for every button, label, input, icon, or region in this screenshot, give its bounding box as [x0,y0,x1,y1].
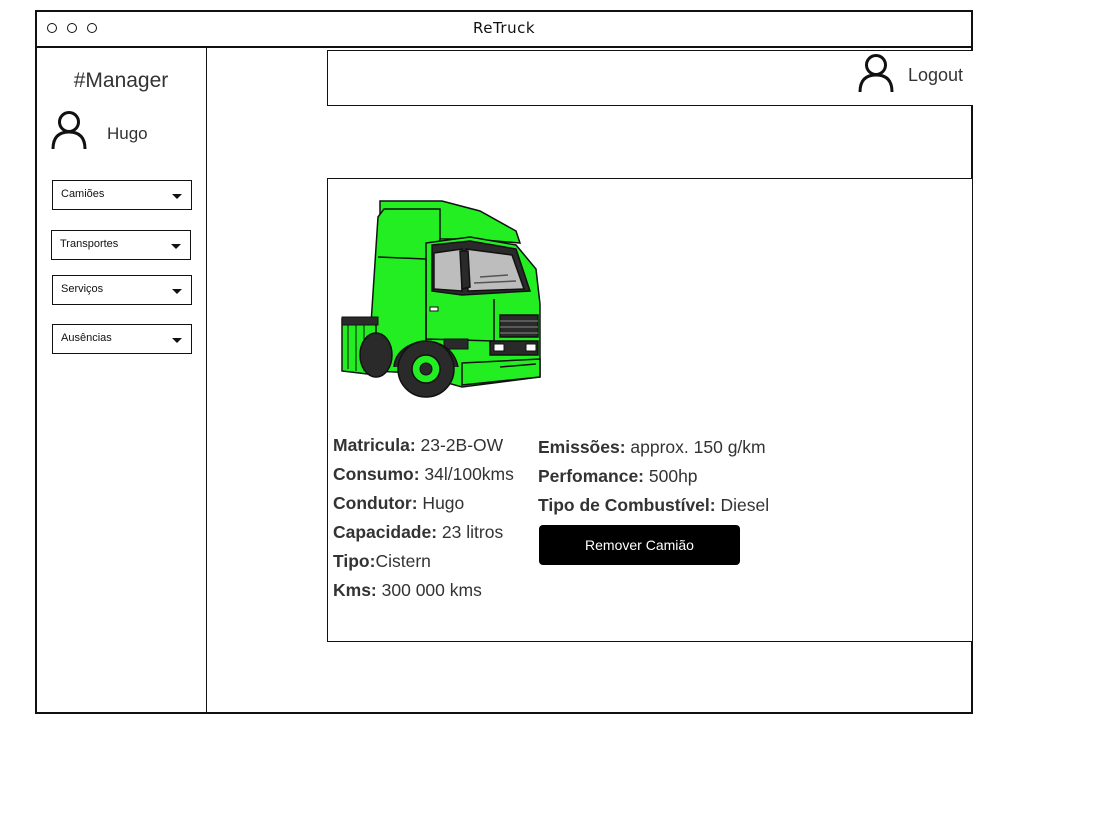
dropdown-label: Ausências [61,332,112,344]
field-label: Consumo: [333,464,420,484]
sidebar: #Manager Hugo Camiões Transportes Serviç… [37,48,207,714]
field-value: 300 000 kms [376,580,482,600]
chevron-down-icon [172,289,182,294]
truck-details-left: Matricula: 23-2B-OW Consumo: 34l/100kms … [333,431,514,605]
dropdown-ausencias[interactable]: Ausências [52,324,192,354]
dropdown-transportes[interactable]: Transportes [51,230,191,260]
logout-link[interactable]: Logout [908,65,963,86]
field-label: Capacidade: [333,522,438,542]
field-value: Diesel [715,495,770,515]
field-condutor: Condutor: Hugo [333,489,514,518]
field-value: Cistern [375,551,431,571]
chevron-down-icon [171,244,181,249]
truck-details-right: Emissões: approx. 150 g/km Perfomance: 5… [538,433,769,520]
truck-image [341,200,541,398]
user-icon [858,54,894,93]
truck-detail-card: Matricula: 23-2B-OW Consumo: 34l/100kms … [327,178,973,642]
top-header: Logout [327,50,973,106]
chevron-down-icon [172,194,182,199]
field-label: Tipo: [333,551,376,571]
field-kms: Kms: 300 000 kms [333,576,514,605]
field-value: Hugo [417,493,465,513]
field-label: Matricula: [333,435,416,455]
app-title: ReTruck [472,19,536,37]
dropdown-camioes[interactable]: Camiões [52,180,192,210]
dropdown-label: Camiões [61,188,105,200]
dropdown-servicos[interactable]: Serviços [52,275,192,305]
field-value: 23 litros [437,522,504,542]
window-titlebar: ReTruck [37,12,971,48]
field-performance: Perfomance: 500hp [538,462,769,491]
field-value: 23-2B-OW [415,435,504,455]
field-label: Perfomance: [538,466,645,486]
field-label: Kms: [333,580,377,600]
user-name: Hugo [107,124,148,143]
field-matricula: Matricula: 23-2B-OW [333,431,514,460]
dropdown-label: Transportes [60,238,119,250]
user-icon [51,111,87,150]
remove-truck-button[interactable]: Remover Camião [539,525,740,565]
field-emissoes: Emissões: approx. 150 g/km [538,433,769,462]
app-window: ReTruck #Manager Hugo Camiões Transporte… [35,10,973,714]
field-label: Condutor: [333,493,418,513]
field-value: 500hp [644,466,698,486]
field-label: Tipo de Combustível: [538,495,716,515]
field-capacidade: Capacidade: 23 litros [333,518,514,547]
field-label: Emissões: [538,437,626,457]
field-value: 34l/100kms [419,464,514,484]
field-combustivel: Tipo de Combustível: Diesel [538,491,769,520]
field-consumo: Consumo: 34l/100kms [333,460,514,489]
role-title: #Manager [73,69,169,92]
field-tipo: Tipo:Cistern [333,547,514,576]
dropdown-label: Serviços [61,283,104,295]
chevron-down-icon [172,338,182,343]
field-value: approx. 150 g/km [625,437,766,457]
